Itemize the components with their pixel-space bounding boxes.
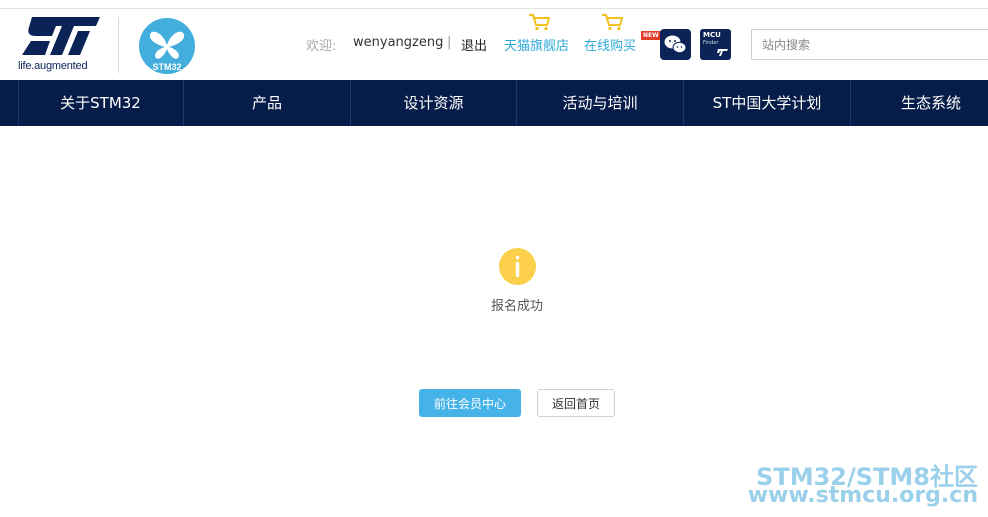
- tmall-store-link[interactable]: 天猫旗舰店: [504, 35, 569, 54]
- st-mark-icon: [22, 17, 100, 55]
- member-center-button[interactable]: 前往会员中心: [419, 389, 521, 417]
- st-mini-logo-icon: [717, 49, 728, 56]
- nav-item-events-training[interactable]: 活动与培训: [517, 80, 683, 126]
- header-separator: |: [447, 35, 452, 50]
- mcu-finder-label: MCU: [703, 31, 721, 39]
- info-icon: [499, 248, 536, 285]
- mcu-finder-sublabel: Finder: [703, 40, 719, 46]
- online-purchase-link[interactable]: 在线购买: [584, 35, 636, 54]
- back-home-button[interactable]: 返回首页: [537, 389, 615, 417]
- username-link[interactable]: wenyangzeng: [353, 35, 443, 50]
- wechat-bubbles-icon: [664, 35, 687, 54]
- nav-item-ecosystem[interactable]: 生态系统: [851, 80, 988, 126]
- nav-item-design-resources[interactable]: 设计资源: [351, 80, 516, 126]
- logo-divider: [118, 17, 119, 73]
- success-message: 报名成功: [490, 299, 543, 314]
- site-header: life.augmented STM32 欢迎: wenyangzeng | 退…: [0, 9, 988, 80]
- cart-icon: [529, 14, 550, 31]
- main-nav: 关于STM32 产品 设计资源 活动与培训 ST中国大学计划 生态系统: [0, 80, 988, 126]
- logout-link[interactable]: 退出: [461, 35, 487, 54]
- welcome-label: 欢迎:: [306, 39, 337, 54]
- nav-item-products[interactable]: 产品: [184, 80, 350, 126]
- stm32-logo-text: STM32: [152, 62, 181, 72]
- st-tagline: life.augmented: [18, 60, 88, 72]
- mcu-finder-icon[interactable]: MCU Finder: [700, 29, 731, 60]
- st-logo[interactable]: life.augmented: [18, 17, 102, 75]
- nav-item-university-program[interactable]: ST中国大学计划: [684, 80, 850, 126]
- site-search-input[interactable]: [751, 29, 988, 60]
- cart-icon: [602, 14, 623, 31]
- stm32-logo[interactable]: STM32: [138, 17, 196, 75]
- nav-item-ecosystem-label: 生态系统: [901, 94, 962, 112]
- wechat-icon[interactable]: [660, 29, 691, 60]
- new-badge: NEW: [641, 31, 661, 40]
- watermark-url: www.stmcu.org.cn: [747, 483, 978, 508]
- nav-item-about-stm32[interactable]: 关于STM32: [18, 80, 183, 126]
